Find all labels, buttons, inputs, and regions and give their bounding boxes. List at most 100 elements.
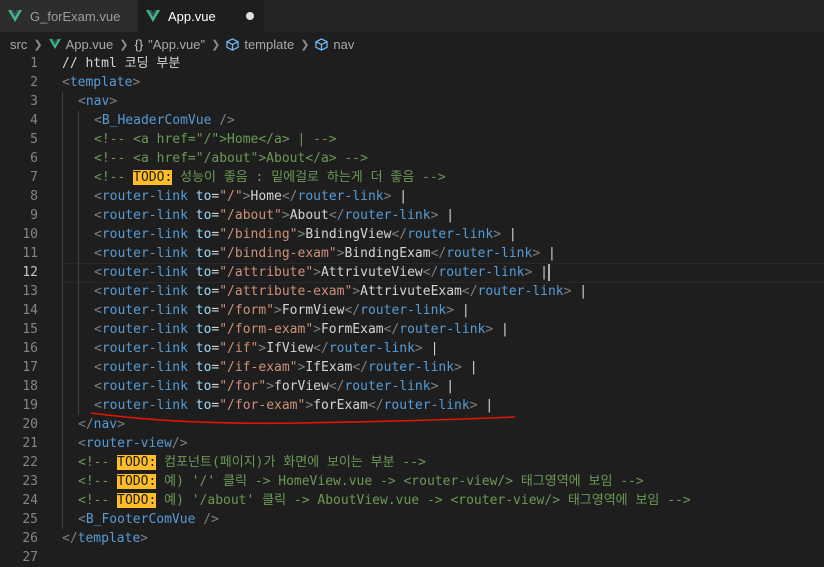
- code-token: About: [289, 208, 329, 223]
- code-token: >: [414, 341, 423, 356]
- line-number: 6: [30, 151, 38, 166]
- code-token: router-link: [360, 303, 447, 318]
- line-number: 24: [22, 493, 38, 508]
- code-token: router-link: [367, 360, 455, 375]
- breadcrumb-item-module[interactable]: {} "App.vue": [134, 37, 205, 52]
- breadcrumb-item-src[interactable]: src: [10, 37, 27, 52]
- indent-guide: [78, 149, 79, 168]
- code-token: |: [461, 360, 478, 375]
- code-line[interactable]: 3 <nav>: [0, 92, 824, 111]
- todo-highlight: TODO:: [117, 474, 157, 489]
- code-token: router-view: [85, 436, 172, 451]
- code-line[interactable]: 10 <router-link to="/binding">BindingView…: [0, 225, 824, 244]
- code-token: </: [78, 417, 94, 432]
- tab-app-vue[interactable]: App.vue: [138, 0, 264, 32]
- indent-guide: [62, 339, 63, 358]
- indent-guide: [62, 263, 63, 282]
- text-cursor: [547, 264, 550, 281]
- code-token: "/if": [219, 341, 259, 356]
- indent-guide: [78, 320, 79, 339]
- code-line[interactable]: 22 <!-- TODO: 컴포넌트(페이지)가 화면에 보이는 부분 -->: [0, 453, 824, 472]
- code-token: <!--: [78, 493, 118, 508]
- code-token: router-link: [101, 303, 188, 318]
- code-line[interactable]: 12 <router-link to="/attribute">Attrivute…: [0, 263, 824, 283]
- code-line[interactable]: 25 <B_FooterComVue />: [0, 510, 824, 529]
- indent-guide: [62, 282, 63, 301]
- line-number: 8: [30, 189, 38, 204]
- code-line[interactable]: 16 <router-link to="/if">IfView</router-l…: [0, 339, 824, 358]
- code-line[interactable]: 2 <template>: [0, 73, 824, 92]
- code-token: </: [62, 531, 78, 546]
- code-token: |: [540, 246, 556, 261]
- code-line[interactable]: 11 <router-link to="/binding-exam">Bindin…: [0, 244, 824, 263]
- code-line[interactable]: 19 <router-link to="/for-exam">forExam</r…: [0, 396, 824, 415]
- code-line[interactable]: 21 <router-view/>: [0, 434, 824, 453]
- indent-guide: [78, 225, 79, 244]
- code-line[interactable]: 8 <router-link to="/">Home</router-link> …: [0, 187, 824, 206]
- code-token: </: [328, 208, 345, 223]
- code-line[interactable]: 20 </nav>: [0, 415, 824, 434]
- code-token: </: [313, 341, 329, 356]
- code-token: router-link: [101, 265, 188, 280]
- code-line[interactable]: 24 <!-- TODO: 예) '/about' 클릭 -> AboutView…: [0, 491, 824, 510]
- code-line[interactable]: 7 <!-- TODO: 성능이 좋음 : 밑에걸로 하는게 더 좋음 -->: [0, 168, 824, 187]
- code-token: IfView: [266, 341, 314, 356]
- code-token: <: [94, 379, 102, 394]
- code-line[interactable]: 17 <router-link to="/if-exam">IfExam</rou…: [0, 358, 824, 377]
- code-token: <: [94, 303, 102, 318]
- code-line[interactable]: 1 // html 코딩 부분: [0, 54, 824, 73]
- breadcrumb-item-file[interactable]: App.vue: [48, 37, 113, 52]
- breadcrumb-item-nav[interactable]: nav: [315, 37, 354, 52]
- todo-highlight: TODO:: [117, 493, 157, 508]
- breadcrumb-item-template[interactable]: template: [226, 37, 294, 52]
- code-token: >: [532, 246, 541, 261]
- code-line[interactable]: 23 <!-- TODO: 예) '/' 클릭 -> HomeView.vue -…: [0, 472, 824, 491]
- code-token: "/if-exam": [219, 360, 298, 375]
- code-line[interactable]: 4 <B_HeaderComVue />: [0, 111, 824, 130]
- code-text: <router-link to="/for">forView</router-l…: [94, 377, 454, 396]
- code-token: 예) '/' 클릭 -> HomeView.vue -> <router-vie…: [156, 474, 644, 489]
- code-token: >: [485, 322, 494, 337]
- code-text: <template>: [62, 73, 140, 92]
- unsaved-dot-icon[interactable]: [246, 12, 254, 20]
- code-text: <router-link to="/binding-exam">BindingE…: [94, 244, 556, 263]
- indent-guide: [62, 320, 63, 339]
- code-token: router-link: [399, 322, 486, 337]
- code-line[interactable]: 6 <!-- <a href="/about">About</a> -->: [0, 149, 824, 168]
- code-token: router-link: [101, 227, 188, 242]
- indent-guide: [78, 130, 79, 149]
- code-line[interactable]: 27: [0, 548, 824, 567]
- code-line[interactable]: 26 </template>: [0, 529, 824, 548]
- code-line[interactable]: 14 <router-link to="/form">FormView</rout…: [0, 301, 824, 320]
- code-text: <router-link to="/form">FormView</router…: [94, 301, 470, 320]
- code-text: <nav>: [78, 92, 117, 111]
- code-token: >: [117, 417, 125, 432]
- indent-guide: [62, 168, 63, 187]
- line-number: 27: [22, 550, 38, 565]
- indent-guide: [62, 491, 63, 510]
- code-line[interactable]: 18 <router-link to="/for">forView</router…: [0, 377, 824, 396]
- code-token: </: [328, 379, 345, 394]
- code-line[interactable]: 5 <!-- <a href="/">Home</a> | -->: [0, 130, 824, 149]
- code-token: </: [391, 227, 408, 242]
- code-token: <: [78, 512, 86, 527]
- code-token: // html 코딩 부분: [62, 56, 181, 71]
- code-editor[interactable]: 1// html 코딩 부분 2 <template> 3 <nav> 4 <B_Heade…: [0, 54, 824, 567]
- code-line[interactable]: 13 <router-link to="/attribute-exam">Attr…: [0, 282, 824, 301]
- code-line[interactable]: 15 <router-link to="/form-exam">FormExam<…: [0, 320, 824, 339]
- code-token: to: [195, 303, 212, 318]
- chevron-right-icon: ❯: [300, 38, 310, 51]
- code-text: <!-- <a href="/">Home</a> | -->: [94, 130, 337, 149]
- code-line[interactable]: 9 <router-link to="/about">About</router-…: [0, 206, 824, 225]
- tab-g-forexam[interactable]: G_forExam.vue: [0, 0, 138, 32]
- code-token: <!--: [78, 455, 118, 470]
- code-token: router-link: [477, 284, 564, 299]
- code-token: "/binding": [219, 227, 298, 242]
- indent-guide: [62, 206, 63, 225]
- indent-guide: [78, 282, 79, 301]
- tab-label: G_forExam.vue: [30, 8, 121, 24]
